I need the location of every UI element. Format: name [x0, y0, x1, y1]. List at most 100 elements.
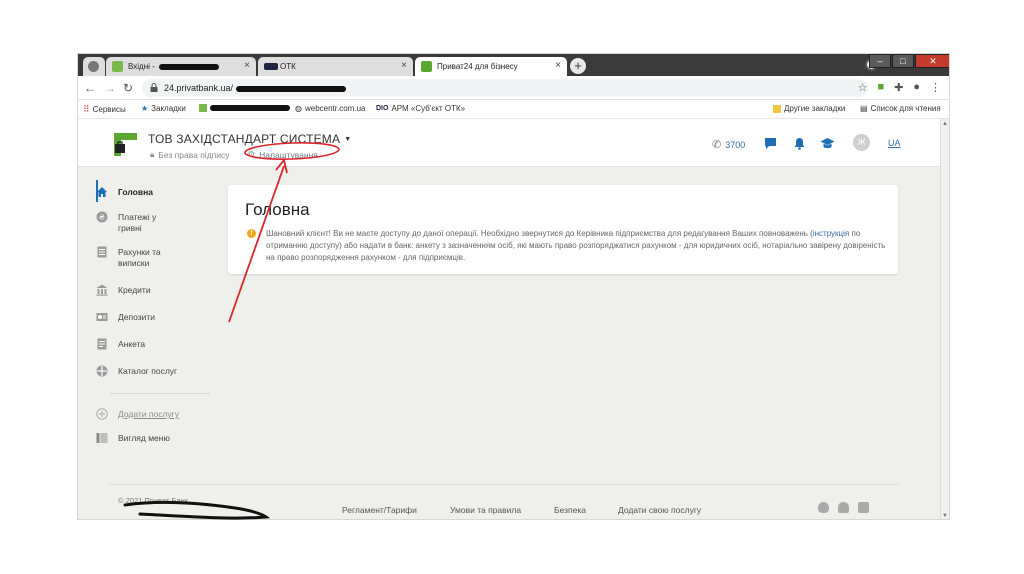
warning-text-a: Шановний клієнт! Ви не маєте доступу до …	[266, 229, 813, 238]
sidebar-item-deposits[interactable]: Депозити	[96, 312, 216, 323]
sidebar-item-label: Каталог послуг	[118, 366, 178, 376]
tab-otk-title: ОТК	[280, 62, 296, 71]
sidebar-item-accounts[interactable]: Рахунки та виписки	[96, 246, 181, 269]
bookmark-other[interactable]: Другие закладки	[773, 104, 845, 113]
bookmark-redacted[interactable]	[199, 104, 290, 112]
main-card: Головна ! Шановний клієнт! Ви не маєте д…	[228, 185, 898, 274]
bookmark-bookmarks[interactable]: ★ Закладки	[141, 104, 186, 113]
deposit-icon	[96, 313, 108, 321]
url-input[interactable]: 24.privatbank.ua/	[142, 79, 868, 97]
form-icon	[97, 338, 107, 350]
apple-icon[interactable]	[818, 502, 829, 513]
sidebar-item-label: Платежі у гривні	[118, 212, 157, 233]
scroll-up-icon[interactable]: ▲	[942, 121, 948, 127]
add-service-label: Додати послугу	[118, 409, 180, 419]
bookmark-label: Другие закладки	[784, 104, 846, 113]
footer-divider	[110, 484, 898, 485]
footer-link-tariffs[interactable]: Регламент/Тарифи	[342, 505, 417, 515]
page-scrollbar[interactable]: ▲ ▼	[940, 119, 949, 519]
bank-building-icon	[96, 284, 108, 296]
page-footer: © 2021 Приват Банк Регламент/Тарифи Умов…	[78, 484, 942, 519]
address-bar-icons: ☆ ■ ✚ ● ⋮	[858, 81, 941, 94]
tab-mail[interactable]: Вхідні - ×	[106, 57, 256, 76]
footer-link-security[interactable]: Безпека	[554, 505, 586, 515]
tab-otk[interactable]: ОТК ×	[258, 57, 413, 76]
menu-view-label: Вигляд меню	[118, 433, 170, 443]
sidebar-item-home[interactable]: Головна	[96, 187, 216, 198]
apps-grid-icon: ⠿	[83, 104, 90, 114]
browser-tab-strip: Вхідні - × ОТК × Приват24 для бізнесу × …	[78, 54, 949, 76]
forward-arrow-icon[interactable]: →	[104, 81, 116, 95]
menu-view-button[interactable]: Вигляд меню	[96, 433, 216, 444]
sidebar-item-questionnaire[interactable]: Анкета	[96, 338, 216, 350]
bookmark-label: Сервисы	[92, 105, 126, 114]
lock-icon: 🔒︎	[150, 149, 155, 159]
account-icon[interactable]: ●	[913, 81, 920, 94]
hryvnia-coin-icon: ₴	[96, 211, 108, 223]
phone-number: 3700	[725, 139, 746, 150]
facebook-icon[interactable]	[858, 502, 869, 513]
maximize-button[interactable]: □	[892, 54, 914, 68]
caret-down-icon: ▼	[344, 136, 352, 144]
reading-list-icon: ▤	[860, 104, 868, 113]
sidebar-item-label: Анкета	[118, 339, 146, 349]
access-warning: Шановний клієнт! Ви не маєте доступу до …	[266, 228, 886, 264]
footer-link-terms[interactable]: Умови та правила	[450, 505, 521, 515]
instruction-link[interactable]: інструкція	[813, 229, 849, 238]
more-icon[interactable]: ⋮	[930, 81, 941, 94]
sidebar-item-catalog[interactable]: Каталог послуг	[96, 365, 216, 377]
footer-link-add-service[interactable]: Додати свою послугу	[618, 505, 701, 515]
close-window-button[interactable]: ✕	[915, 54, 949, 68]
reload-icon[interactable]: ↻	[123, 81, 133, 95]
home-icon	[97, 187, 107, 197]
tab-mail-title: Вхідні -	[128, 62, 155, 71]
sidebar-item-label: Головна	[118, 187, 153, 197]
warning-icon: !	[247, 229, 256, 238]
tab-chrome-menu[interactable]	[83, 57, 105, 76]
privat24-page: ТОВ ЗАХІДСТАНДАРТ СИСТЕМА ▼ 🔒︎ Без права …	[78, 119, 942, 519]
bookmark-label: АРМ «Суб'єкт ОТК»	[391, 104, 466, 113]
bookmark-reading-list[interactable]: ▤ Список для чтения	[860, 104, 941, 113]
extension-privat-icon[interactable]: ■	[877, 81, 884, 94]
puzzle-icon[interactable]: ✚	[894, 81, 903, 94]
chat-icon[interactable]	[764, 137, 777, 150]
graduation-cap-icon[interactable]	[820, 137, 835, 150]
tab-privat24-title: Приват24 для бізнесу	[437, 62, 518, 71]
star-icon: ★	[141, 104, 149, 113]
screenshot-frame: Вхідні - × ОТК × Приват24 для бізнесу × …	[77, 53, 950, 520]
document-list-icon	[97, 246, 107, 258]
add-service-button[interactable]: Додати послугу	[96, 408, 216, 420]
tab-close-icon[interactable]: ×	[401, 60, 407, 71]
bookmark-webcentr[interactable]: ◍ webcentr.com.ua	[295, 104, 365, 113]
svg-text:₴: ₴	[99, 214, 105, 222]
phone-link[interactable]: ✆ 3700	[712, 138, 745, 151]
bookmark-label: Закладки	[151, 104, 186, 113]
tab-close-icon[interactable]: ×	[555, 60, 561, 71]
minimize-button[interactable]: –	[869, 54, 891, 68]
company-selector[interactable]: ТОВ ЗАХІДСТАНДАРТ СИСТЕМА ▼	[148, 132, 351, 146]
privat-logo-icon	[114, 133, 137, 156]
bookmark-services[interactable]: ⠿ Сервисы	[83, 104, 126, 115]
dio-favicon-icon: DIO	[376, 105, 389, 112]
sidebar-divider	[110, 393, 210, 394]
privat-favicon-icon	[421, 61, 432, 72]
scroll-down-icon[interactable]: ▼	[942, 513, 948, 519]
gear-icon: ⚙	[247, 149, 256, 159]
android-icon[interactable]	[838, 502, 849, 513]
tab-close-icon[interactable]: ×	[244, 60, 250, 71]
language-switch[interactable]: UA	[888, 138, 901, 148]
sidebar-item-credits[interactable]: Кредити	[96, 284, 216, 296]
back-arrow-icon[interactable]: ←	[84, 81, 96, 95]
tab-privat24[interactable]: Приват24 для бізнесу ×	[415, 57, 567, 76]
bookmark-arm[interactable]: DIO АРМ «Суб'єкт ОТК»	[376, 104, 465, 113]
new-tab-button[interactable]: +	[570, 58, 586, 74]
sidebar-item-label: Рахунки та виписки	[118, 247, 161, 268]
address-bar: ← → ↻ 24.privatbank.ua/ ☆ ■ ✚ ● ⋮	[78, 76, 949, 100]
star-icon[interactable]: ☆	[858, 81, 868, 94]
redacted-mark	[210, 105, 290, 111]
mail-favicon-icon	[112, 61, 123, 72]
settings-link[interactable]: Налаштування	[259, 150, 318, 160]
bell-icon[interactable]	[793, 137, 806, 150]
sidebar-item-payments[interactable]: ₴ Платежі у гривні	[96, 211, 181, 234]
avatar[interactable]: Ж	[853, 134, 870, 151]
